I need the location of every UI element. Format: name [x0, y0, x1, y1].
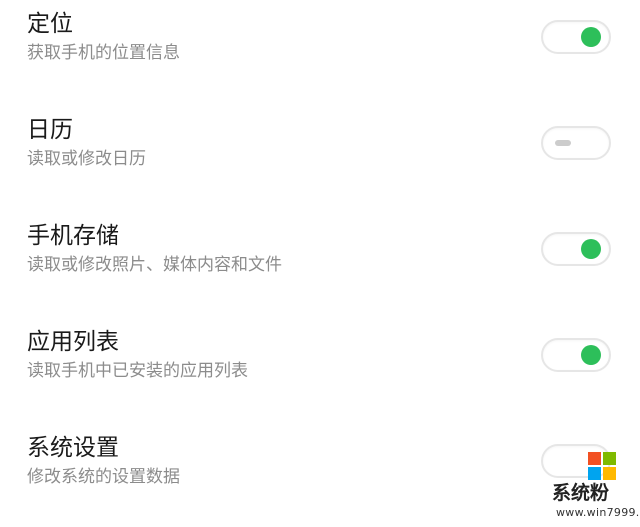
permission-row-location: 定位 获取手机的位置信息	[0, 0, 640, 106]
permission-title: 应用列表	[27, 329, 119, 355]
permission-row-system-settings: 系统设置 修改系统的设置数据	[0, 424, 640, 527]
watermark-url: www.win7999.com	[556, 506, 640, 519]
location-permission-toggle[interactable]	[541, 20, 611, 54]
permission-row-storage: 手机存储 读取或修改照片、媒体内容和文件	[0, 212, 640, 318]
permission-description: 获取手机的位置信息	[27, 43, 180, 63]
site-watermark: 系统粉 www.win7999.com	[548, 452, 640, 527]
app-list-permission-toggle[interactable]	[541, 338, 611, 372]
permission-row-calendar: 日历 读取或修改日历	[0, 106, 640, 212]
toggle-knob	[581, 239, 601, 259]
toggle-knob	[581, 345, 601, 365]
permission-row-app-list: 应用列表 读取手机中已安装的应用列表	[0, 318, 640, 424]
permission-title: 日历	[27, 117, 73, 143]
permission-description: 读取手机中已安装的应用列表	[27, 361, 248, 381]
storage-permission-toggle[interactable]	[541, 232, 611, 266]
windows-logo-icon	[588, 452, 616, 480]
toggle-knob	[555, 140, 571, 146]
permission-description: 修改系统的设置数据	[27, 467, 180, 487]
watermark-text: 系统粉	[552, 482, 610, 504]
calendar-permission-toggle[interactable]	[541, 126, 611, 160]
permission-title: 定位	[27, 11, 73, 37]
toggle-knob	[581, 27, 601, 47]
permission-title: 系统设置	[27, 435, 119, 461]
permission-title: 手机存储	[27, 223, 119, 249]
permission-description: 读取或修改日历	[27, 149, 146, 169]
permissions-screen: 定位 获取手机的位置信息 日历 读取或修改日历 手机存储 读取或修改照片、媒体内…	[0, 0, 640, 527]
permission-description: 读取或修改照片、媒体内容和文件	[27, 255, 282, 275]
